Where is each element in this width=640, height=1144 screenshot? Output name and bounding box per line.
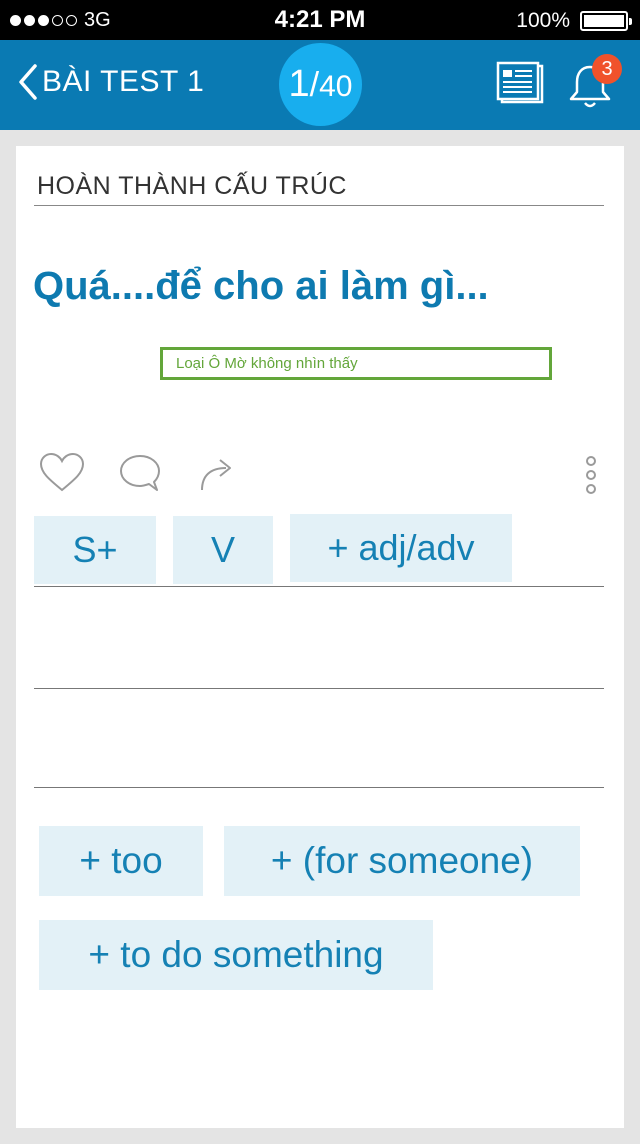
answer-chip[interactable]: V (173, 516, 273, 584)
answer-line-divider (34, 787, 604, 788)
option-chip[interactable]: + too (39, 826, 203, 896)
back-button[interactable]: BÀI TEST 1 (18, 64, 204, 100)
answer-line-divider (34, 688, 604, 689)
option-chip[interactable]: + (for someone) (224, 826, 580, 896)
notification-badge: 3 (592, 54, 622, 84)
divider (34, 205, 604, 206)
progress-current: 1 (288, 63, 310, 105)
status-bar: 3G 4:21 PM 100% (0, 0, 640, 40)
progress-total: 40 (319, 70, 353, 103)
section-title: HOÀN THÀNH CẤU TRÚC (37, 172, 347, 200)
heart-icon[interactable] (38, 452, 86, 494)
back-label: BÀI TEST 1 (42, 65, 205, 98)
battery-percentage: 100% (516, 9, 570, 32)
hint-box: Loại Ô Mờ không nhìn thấy (160, 347, 552, 380)
question-text: Quá....để cho ai làm gì... (33, 264, 489, 308)
action-bar (38, 452, 608, 502)
answer-chip[interactable]: S+ (34, 516, 156, 584)
comment-icon[interactable] (118, 453, 162, 493)
progress-separator: / (309, 66, 320, 104)
option-chip[interactable]: + to do something (39, 920, 433, 990)
question-progress: 1/40 (279, 43, 362, 126)
answer-chip[interactable]: + adj/adv (290, 514, 512, 582)
battery-icon (580, 11, 632, 31)
nav-bar: BÀI TEST 1 1/40 3 (0, 40, 640, 130)
share-arrow-icon[interactable] (198, 452, 238, 494)
question-card: HOÀN THÀNH CẤU TRÚC Quá....để cho ai làm… (16, 146, 624, 1128)
more-vertical-icon[interactable] (584, 455, 598, 497)
news-document-icon[interactable] (494, 60, 546, 106)
chevron-left-icon (19, 64, 37, 100)
answer-line-divider (34, 586, 604, 587)
